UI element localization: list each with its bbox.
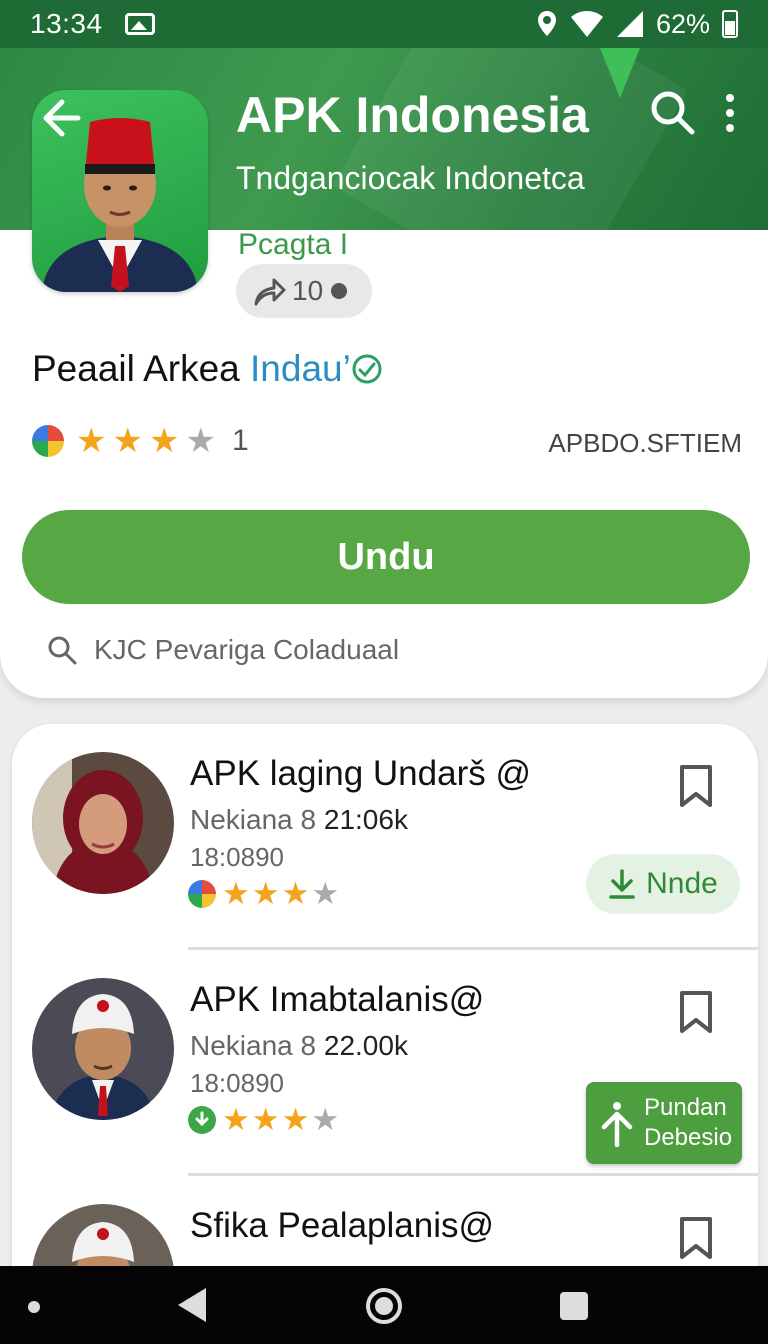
developer-line: Peaail Arkea Indau’	[32, 348, 383, 390]
search-row[interactable]: KJC Pevariga Coladuaal	[46, 634, 399, 666]
star-icon: ★	[148, 422, 180, 460]
list-item-secondary: 18:0890	[190, 842, 284, 872]
star-icon: ★	[222, 876, 250, 911]
list-item-secondary: 18:0890	[190, 1068, 284, 1098]
upload-icon	[601, 1102, 633, 1147]
wifi-icon	[570, 11, 603, 37]
nav-back-icon[interactable]	[178, 1288, 206, 1322]
bookmark-icon[interactable]	[676, 990, 716, 1034]
star-icon: ★	[281, 1102, 310, 1137]
download-badge-icon	[188, 1105, 216, 1134]
developer-accent: Indau’	[250, 348, 351, 389]
meta-value: 21:06k	[323, 804, 408, 835]
search-button[interactable]	[648, 88, 698, 138]
star-icon: ★	[311, 1102, 340, 1137]
app-subtitle: Tndganciocak Indonetca	[236, 160, 585, 196]
list-item-title: APK laging Undarš @	[190, 754, 531, 793]
star-icon: ★	[185, 422, 216, 460]
nav-recents-icon[interactable]	[560, 1292, 588, 1320]
screen: 13:34 62% APK Indonesia Tndganciocak Ind…	[0, 0, 768, 1344]
share-icon	[254, 278, 286, 306]
app-title: APK Indonesia	[236, 87, 589, 143]
nav-home-icon[interactable]	[366, 1288, 402, 1324]
rating-row: ★ ★ ★ ★ 1	[32, 424, 249, 458]
battery-icon	[722, 10, 738, 38]
download-label: Nnde	[646, 867, 718, 900]
list-item-title: APK Imabtalanis@	[190, 980, 485, 1019]
system-nav-bar	[0, 1266, 768, 1344]
publisher-label: APBDO.SFTIEM	[548, 428, 742, 458]
download-icon	[609, 869, 635, 899]
gallery-icon	[124, 13, 155, 35]
app-list-card: APK laging Undarš @ Nekiana 8 21:06k 18:…	[12, 724, 758, 1344]
status-icons: 62%	[536, 9, 738, 40]
floating-button-line1: Pundan	[644, 1094, 727, 1121]
star-icon: ★	[76, 422, 107, 460]
developer-name: Peaail Arkea	[32, 348, 251, 389]
meta-label: Nekiana 8	[190, 804, 317, 835]
meta-label: Nekiana 8	[190, 1030, 317, 1061]
location-icon	[537, 11, 556, 36]
star-icon: ★	[281, 876, 310, 911]
back-button[interactable]	[40, 98, 84, 138]
rating-badge-icon	[32, 425, 64, 457]
list-item[interactable]: APK laging Undarš @ Nekiana 8 21:06k 18:…	[12, 724, 758, 950]
download-button[interactable]: Nnde	[586, 854, 740, 914]
search-text: KJC Pevariga Coladuaal	[94, 634, 400, 665]
list-item-title: Sfika Pealaplanis@	[190, 1206, 495, 1245]
star-icon: ★	[251, 1102, 280, 1137]
install-button[interactable]: Undu	[22, 510, 750, 604]
star-icon: ★	[112, 422, 143, 460]
list-item-rating: ★ ★ ★ ★	[188, 878, 339, 909]
list-item-rating: ★ ★ ★ ★	[188, 1104, 339, 1135]
list-item-meta: Nekiana 8 22.00k	[190, 1030, 408, 1062]
list-item-meta: Nekiana 8 21:06k	[190, 804, 408, 836]
status-bar: 13:34 62%	[0, 0, 768, 48]
avatar	[32, 752, 174, 894]
battery-text: 62%	[655, 8, 710, 39]
star-icon: ★	[222, 1102, 250, 1137]
search-icon	[48, 636, 77, 665]
star-icon: ★	[251, 876, 280, 911]
star-icon: ★	[311, 876, 340, 911]
avatar	[32, 978, 174, 1120]
rating-badge-icon	[188, 879, 216, 908]
share-count: 10	[292, 275, 324, 306]
nav-indicator-icon	[28, 1301, 40, 1313]
bookmark-icon[interactable]	[676, 1216, 716, 1260]
share-dot	[331, 283, 348, 299]
search-icon	[651, 91, 695, 135]
app-details-card: Pcagta I 10 Peaail Arkea Indau’ ★ ★ ★ ★ …	[0, 228, 768, 698]
bookmark-icon[interactable]	[676, 764, 716, 808]
signal-icon	[616, 11, 643, 37]
floating-button-text: Pundan Debesio	[644, 1093, 732, 1153]
floating-button-line2: Debesio	[644, 1124, 733, 1151]
share-chip[interactable]: 10	[236, 264, 372, 318]
verified-icon	[352, 354, 382, 384]
more-options-button[interactable]	[712, 88, 748, 138]
back-arrow-icon	[43, 99, 81, 137]
meta-value: 22.00k	[323, 1030, 408, 1061]
page-label: Pcagta I	[238, 228, 349, 261]
status-time: 13:34	[30, 8, 103, 39]
floating-action-button[interactable]: Pundan Debesio	[586, 1082, 742, 1164]
rating-count: 1	[231, 424, 249, 457]
